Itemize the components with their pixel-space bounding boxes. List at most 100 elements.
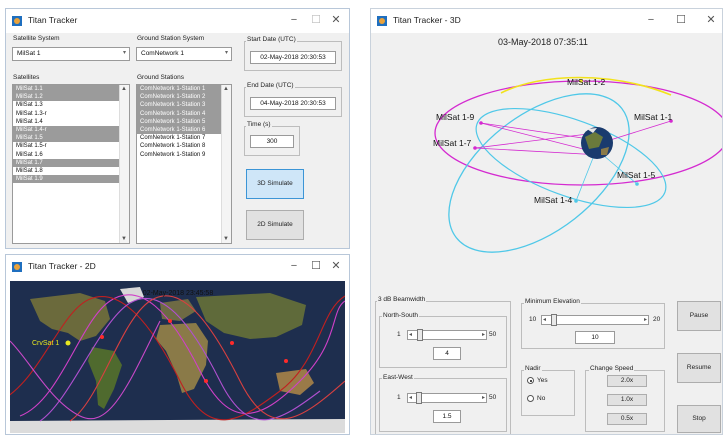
satellite-list-item[interactable]: MilSat 1.7 — [13, 158, 119, 167]
min-elevation-slider[interactable]: ◂ ▸ — [541, 314, 649, 326]
speed-05x-button[interactable]: 0.5x — [607, 413, 647, 425]
ew-min: 1 — [397, 394, 401, 401]
window-title: Titan Tracker — [28, 15, 78, 25]
simulate-2d-button[interactable]: 2D Simulate — [246, 210, 304, 240]
speed-05x-label: 0.5x — [620, 415, 634, 422]
arrow-left-icon[interactable]: ◂ — [543, 316, 546, 323]
app-icon — [377, 16, 387, 26]
end-date-input[interactable]: 04-May-2018 20:30:53 — [250, 97, 336, 110]
maximize-button[interactable]: ☐ — [307, 259, 325, 273]
ew-max: 50 — [489, 394, 497, 401]
speed-1x-button[interactable]: 1.0x — [607, 394, 647, 406]
satellite-system-select[interactable]: MilSat 1 ▾ — [12, 47, 130, 61]
pause-button[interactable]: Pause — [677, 301, 721, 331]
timestamp-2d: 02-May-2018 23:45:58 — [143, 290, 214, 297]
world-map-2d[interactable]: 02-May-2018 23:45:58 CrvSat 1 — [10, 281, 345, 433]
close-button[interactable]: ✕ — [327, 259, 345, 273]
east-west-slider[interactable]: ◂ ▸ — [407, 392, 487, 404]
time-input[interactable]: 300 — [250, 135, 294, 148]
scroll-down-icon[interactable]: ▼ — [121, 236, 127, 242]
ground-station-list-item[interactable]: ComNetwork 1-Station 2 — [137, 93, 221, 102]
elev-value-text: 10 — [591, 334, 599, 341]
simulate-3d-button[interactable]: 3D Simulate — [246, 169, 304, 199]
satellites-list[interactable]: MilSat 1.1 MilSat 1.2 MilSat 1.3 MilSat 1.3… — [12, 84, 130, 244]
minimize-button[interactable]: − — [642, 13, 660, 27]
satellite-list-item[interactable]: MilSat 1.6 — [13, 151, 119, 159]
station-marker — [284, 359, 288, 363]
close-button[interactable]: ✕ — [327, 13, 345, 27]
nadir-yes-radio[interactable] — [527, 377, 534, 384]
satellite-system-label: Satellite System — [12, 35, 61, 42]
tracker-2d-window: Titan Tracker - 2D − ☐ ✕ 02-May-2018 23:… — [5, 254, 350, 435]
satellite-list-item[interactable]: MilSat 1.9 — [13, 175, 119, 184]
maximize-button[interactable]: ☐ — [672, 13, 690, 27]
window-title: Titan Tracker - 3D — [393, 15, 461, 25]
satellites-scrollbar[interactable]: ▲ ▼ — [119, 85, 129, 243]
change-speed-label: Change Speed — [589, 365, 635, 372]
stop-button[interactable]: Stop — [677, 405, 721, 433]
satellite-list-item[interactable]: MilSat 1.5-r — [13, 142, 119, 150]
satellite-list-item[interactable]: MilSat 1.5 — [13, 134, 119, 143]
nadir-no-radio[interactable] — [527, 395, 534, 402]
ground-station-list-item[interactable]: ComNetwork 1-Station 8 — [137, 142, 221, 150]
satellite-list-item[interactable]: MilSat 1.2 — [13, 93, 119, 102]
ground-station-list-item[interactable]: ComNetwork 1-Station 4 — [137, 109, 221, 118]
orbit-3d-view[interactable]: 03-May-2018 07:35:11 MilSat 1-2 MilSat 1… — [371, 33, 723, 283]
scroll-down-icon[interactable]: ▼ — [223, 236, 229, 242]
simulate-2d-label: 2D Simulate — [257, 221, 293, 228]
sat-label-2d: CrvSat 1 — [32, 340, 59, 347]
ground-station-list-item[interactable]: ComNetwork 1-Station 6 — [137, 125, 221, 135]
sat-label-1-9: MilSat 1-9 — [436, 112, 475, 122]
ground-stations-scrollbar[interactable]: ▲ ▼ — [221, 85, 231, 243]
maximize-button[interactable]: ☐ — [307, 13, 325, 27]
east-west-value[interactable]: 1.5 — [433, 410, 461, 423]
satellite-list-item[interactable]: MilSat 1.4 — [13, 118, 119, 126]
chevron-down-icon: ▾ — [224, 50, 228, 56]
ground-station-list-item[interactable]: ComNetwork 1-Station 5 — [137, 117, 221, 126]
ground-station-system-select[interactable]: ComNetwork 1 ▾ — [136, 47, 232, 61]
simulate-3d-label: 3D Simulate — [257, 180, 293, 187]
min-elevation-label: Minimum Elevation — [524, 298, 581, 305]
time-label: Time (s) — [246, 121, 272, 128]
ground-station-list-item[interactable]: ComNetwork 1-Station 1 — [137, 85, 221, 94]
sat-label-1-5: MilSat 1-5 — [617, 170, 656, 180]
north-south-value[interactable]: 4 — [433, 347, 461, 360]
arrow-right-icon[interactable]: ▸ — [482, 394, 485, 401]
end-date-value: 04-May-2018 20:30:53 — [260, 100, 326, 107]
scroll-up-icon[interactable]: ▲ — [121, 86, 127, 92]
tracker-2d-titlebar: Titan Tracker - 2D − ☐ ✕ — [6, 255, 349, 279]
min-elevation-value[interactable]: 10 — [575, 331, 615, 344]
scroll-up-icon[interactable]: ▲ — [223, 86, 229, 92]
nadir-no-label: No — [537, 395, 546, 402]
ground-stations-list[interactable]: ComNetwork 1-Station 1 ComNetwork 1-Stati… — [136, 84, 232, 244]
satellite-list-item[interactable]: MilSat 1.1 — [13, 85, 119, 94]
sat-label-1-7: MilSat 1-7 — [433, 138, 472, 148]
ground-station-list-item[interactable]: ComNetwork 1-Station 3 — [137, 101, 221, 110]
start-date-input[interactable]: 02-May-2018 20:30:53 — [250, 51, 336, 64]
minimize-button[interactable]: − — [285, 13, 303, 27]
satellite-list-item[interactable]: MilSat 1.8 — [13, 167, 119, 175]
satellite-list-item[interactable]: MilSat 1.3-r — [13, 110, 119, 118]
satellite-list-item[interactable]: MilSat 1.3 — [13, 101, 119, 109]
start-date-label: Start Date (UTC) — [246, 36, 297, 43]
minimize-button[interactable]: − — [285, 259, 303, 273]
ground-station-list-item[interactable]: ComNetwork 1-Station 9 — [137, 151, 221, 159]
arrow-left-icon[interactable]: ◂ — [409, 331, 412, 338]
nadir-label: Nadir — [524, 365, 542, 372]
arrow-right-icon[interactable]: ▸ — [482, 331, 485, 338]
satellite-marker — [65, 340, 71, 346]
speed-2x-button[interactable]: 2.0x — [607, 375, 647, 387]
slider-thumb[interactable] — [551, 314, 557, 326]
arrow-right-icon[interactable]: ▸ — [644, 316, 647, 323]
satellite-list-item[interactable]: MilSat 1.4-r — [13, 125, 119, 135]
close-button[interactable]: ✕ — [702, 13, 720, 27]
arrow-left-icon[interactable]: ◂ — [409, 394, 412, 401]
time-value: 300 — [266, 138, 278, 145]
app-icon — [12, 16, 22, 26]
resume-button[interactable]: Resume — [677, 353, 721, 383]
slider-thumb[interactable] — [417, 329, 423, 341]
north-south-slider[interactable]: ◂ ▸ — [407, 329, 487, 341]
antarctica — [10, 419, 345, 433]
slider-thumb[interactable] — [416, 392, 422, 404]
ground-station-list-item[interactable]: ComNetwork 1-Station 7 — [137, 134, 221, 142]
